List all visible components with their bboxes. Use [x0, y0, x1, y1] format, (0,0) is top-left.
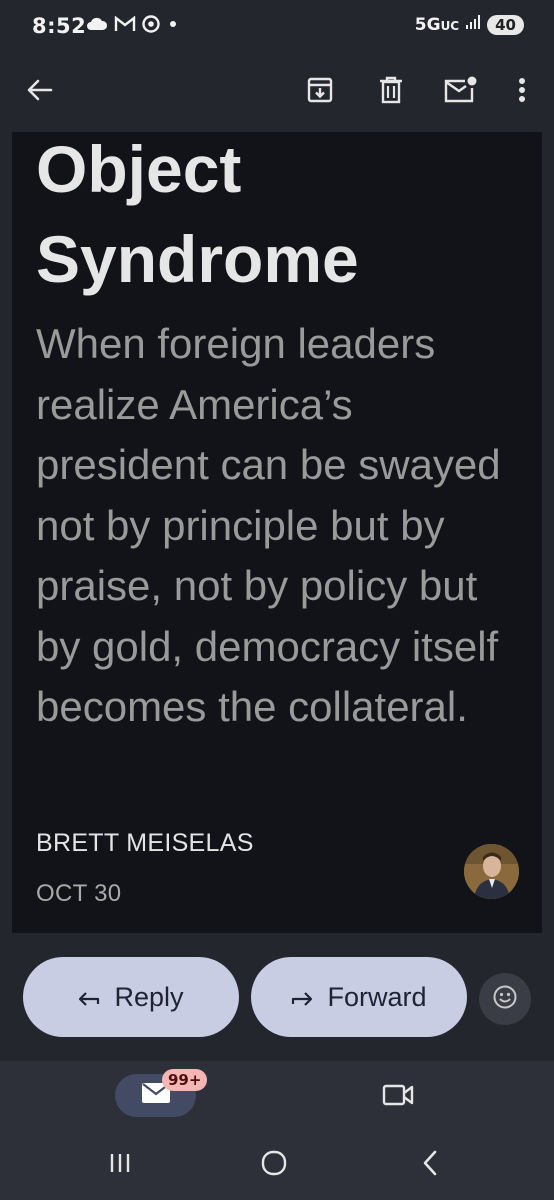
delete-button[interactable]	[369, 70, 413, 114]
network-type: 5GUC	[414, 14, 460, 35]
back-icon	[422, 1150, 438, 1181]
article-title-line1: Object	[36, 132, 242, 206]
status-right: 5GUC 40	[415, 14, 524, 35]
article-title-line2: Syndrome	[36, 222, 359, 296]
forward-label: Forward	[327, 981, 427, 1012]
back-arrow-icon	[27, 77, 53, 108]
cloud-icon	[86, 16, 108, 37]
emoji-smile-icon	[492, 984, 518, 1015]
reply-icon	[78, 982, 100, 1013]
delete-icon	[378, 76, 404, 109]
more-vert-icon	[518, 77, 526, 108]
author-avatar[interactable]	[464, 844, 519, 899]
video-icon	[382, 1083, 414, 1112]
recent-apps-button[interactable]	[98, 1149, 142, 1181]
bottom-navigation: 99+	[0, 1061, 554, 1131]
system-back-button[interactable]	[408, 1149, 452, 1181]
archive-button[interactable]	[298, 70, 342, 114]
email-toolbar	[0, 52, 554, 132]
status-bar: 8:52 5GUC 40	[0, 0, 554, 52]
back-button[interactable]	[18, 70, 62, 114]
reply-button[interactable]: Reply	[23, 957, 239, 1037]
mark-unread-icon	[443, 76, 477, 109]
article-author[interactable]: BRETT MEISELAS	[36, 829, 254, 858]
signal-icon	[465, 14, 481, 35]
gmail-icon	[114, 15, 136, 37]
article-title: Object Syndrome	[36, 132, 526, 304]
dot-icon	[166, 17, 180, 36]
mark-unread-button[interactable]	[438, 70, 482, 114]
archive-icon	[306, 76, 334, 109]
battery-level: 40	[487, 14, 524, 35]
status-notification-icons	[86, 15, 180, 38]
chrome-icon	[142, 15, 160, 38]
more-options-button[interactable]	[500, 70, 544, 114]
home-icon	[261, 1150, 287, 1181]
email-actions: Reply Forward	[0, 933, 554, 1061]
email-body: Object Syndrome When foreign leaders rea…	[12, 132, 542, 933]
forward-button[interactable]: Forward	[251, 957, 467, 1037]
nav-meet-tab[interactable]	[376, 1080, 420, 1114]
article-subtitle: When foreign leaders realize America’s p…	[36, 320, 501, 730]
home-button[interactable]	[252, 1149, 296, 1181]
reply-label: Reply	[114, 981, 184, 1012]
status-time: 8:52	[32, 14, 87, 38]
emoji-reaction-button[interactable]	[479, 973, 531, 1025]
system-navigation-bar	[0, 1131, 554, 1200]
recent-apps-icon	[108, 1152, 132, 1179]
mail-unread-badge: 99+	[162, 1069, 208, 1091]
article-date: OCT 30	[36, 880, 122, 907]
forward-icon	[291, 982, 313, 1013]
